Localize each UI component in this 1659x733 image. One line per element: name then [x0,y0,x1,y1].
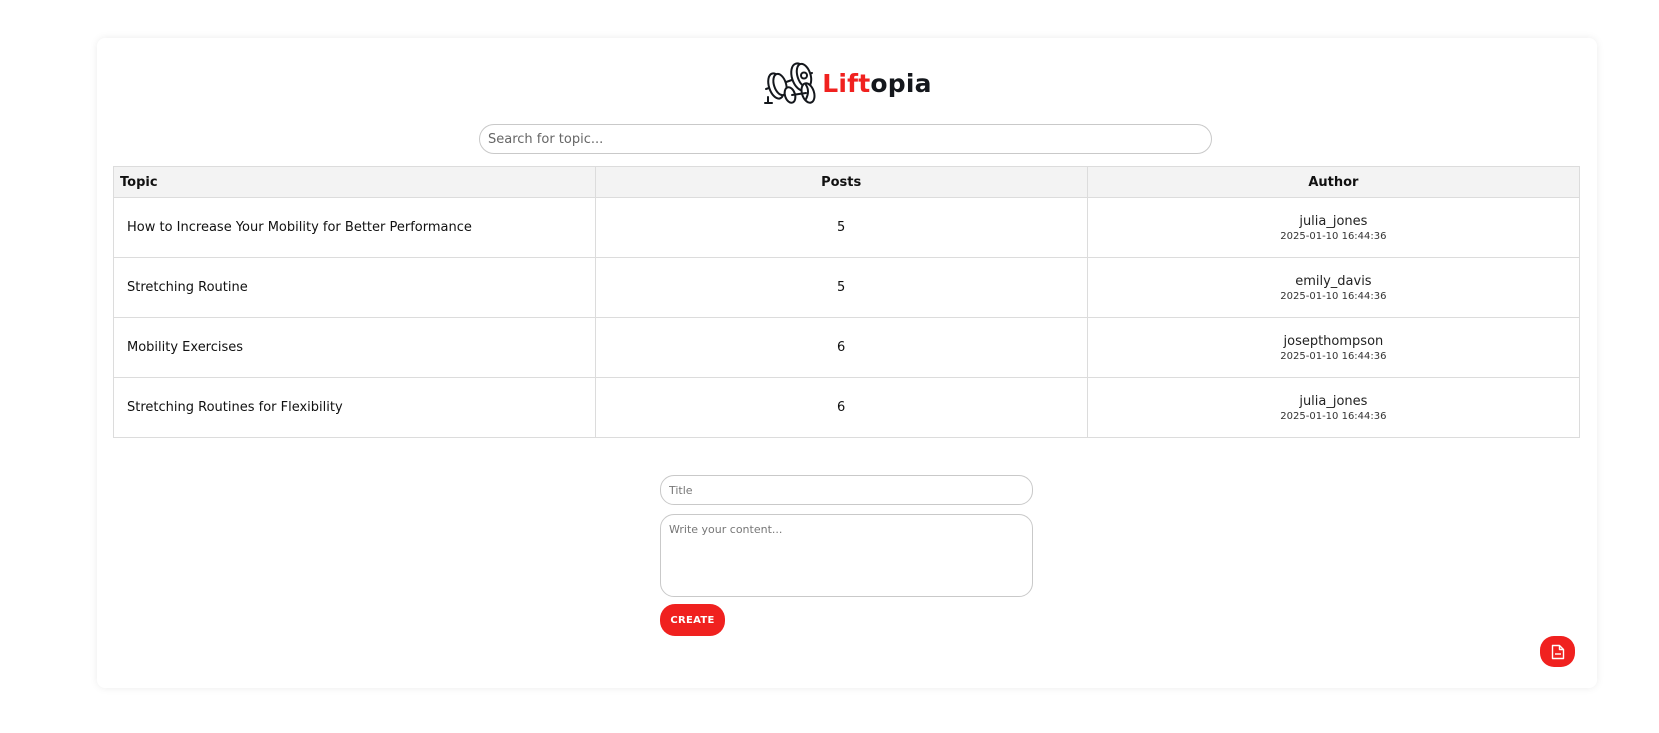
topic-title[interactable]: Stretching Routines for Flexibility [127,400,343,415]
table-row[interactable]: How to Increase Your Mobility for Better… [113,197,1581,258]
author-date: 2025-01-10 16:44:36 [1280,230,1387,242]
author-cell: josepthompson 2025-01-10 16:44:36 [1086,317,1581,378]
topics-table: Topic Posts Author How to Increase Your … [113,166,1581,438]
table-row[interactable]: Stretching Routine 5 emily_davis 2025-01… [113,257,1581,318]
table-row[interactable]: Mobility Exercises 6 josepthompson 2025-… [113,317,1581,378]
author-name: julia_jones [1299,393,1368,409]
author-name: emily_davis [1295,273,1372,289]
column-header-posts: Posts [594,166,1088,198]
topic-cell[interactable]: Stretching Routine [113,257,596,318]
author-name: josepthompson [1283,333,1384,349]
document-icon [1551,644,1564,659]
topic-cell[interactable]: How to Increase Your Mobility for Better… [113,197,596,258]
search-input[interactable] [479,124,1212,154]
brand-logo[interactable]: Liftopia [97,58,1597,108]
create-button[interactable]: CREATE [660,604,725,636]
author-date: 2025-01-10 16:44:36 [1280,290,1387,302]
posts-count: 5 [594,257,1088,318]
topic-title[interactable]: How to Increase Your Mobility for Better… [127,220,472,235]
author-cell: julia_jones 2025-01-10 16:44:36 [1086,197,1581,258]
posts-count: 6 [594,377,1088,438]
topic-title[interactable]: Mobility Exercises [127,340,243,355]
author-date: 2025-01-10 16:44:36 [1280,350,1387,362]
forum-card: Liftopia Topic Posts Author How to Incre… [97,38,1597,688]
document-fab-button[interactable] [1540,636,1575,667]
column-header-author: Author [1086,166,1581,198]
posts-count: 5 [594,197,1088,258]
content-textarea[interactable] [660,514,1033,597]
barbell-icon [764,62,816,104]
table-header-row: Topic Posts Author [113,166,1581,198]
topic-title[interactable]: Stretching Routine [127,280,248,295]
brand-name: Liftopia [822,69,931,98]
brand-name-rest: opia [870,68,932,98]
column-header-topic: Topic [113,166,596,198]
brand-name-accent: Lift [822,68,871,98]
author-date: 2025-01-10 16:44:36 [1280,410,1387,422]
author-name: julia_jones [1299,213,1368,229]
topic-cell[interactable]: Stretching Routines for Flexibility [113,377,596,438]
table-row[interactable]: Stretching Routines for Flexibility 6 ju… [113,377,1581,438]
title-input[interactable] [660,475,1033,505]
author-cell: julia_jones 2025-01-10 16:44:36 [1086,377,1581,438]
author-cell: emily_davis 2025-01-10 16:44:36 [1086,257,1581,318]
topic-cell[interactable]: Mobility Exercises [113,317,596,378]
posts-count: 6 [594,317,1088,378]
